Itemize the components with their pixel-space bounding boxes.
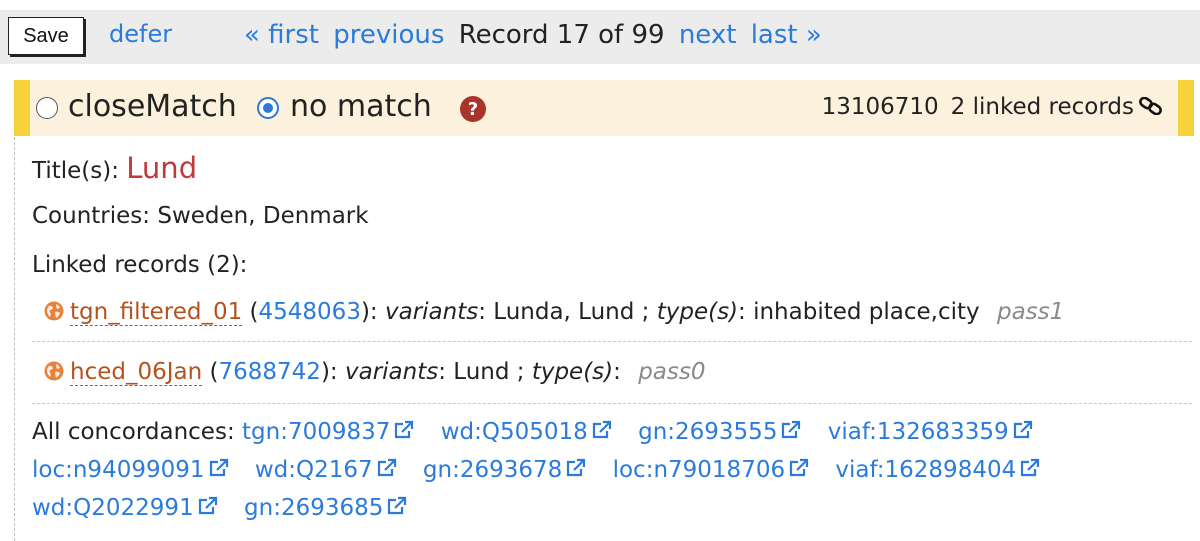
concordance-link[interactable]: loc:n94099091 xyxy=(32,457,230,483)
types-label: type(s) xyxy=(656,299,739,325)
types-value: inhabited place,city xyxy=(753,299,980,325)
variants-label: variants xyxy=(344,359,439,385)
pass-label: pass0 xyxy=(638,359,706,385)
external-link-icon xyxy=(395,420,414,439)
pagination: « first previous Record 17 of 99 next la… xyxy=(244,20,828,50)
concordance-link[interactable]: gn:2693555 xyxy=(638,419,802,445)
previous-link[interactable]: previous xyxy=(333,20,444,50)
external-link-icon xyxy=(1021,458,1040,477)
question-circle-icon[interactable]: ? xyxy=(460,96,486,122)
record-id-link[interactable]: 4548063 xyxy=(259,299,361,325)
external-link-icon xyxy=(567,458,586,477)
record-id-link[interactable]: 7688742 xyxy=(219,359,321,385)
concordances-line-2: loc:n94099091 wd:Q2167 gn:2693678 loc:n7… xyxy=(32,457,1059,483)
concordance-link[interactable]: viaf:132683359 xyxy=(828,419,1034,445)
countries-label: Countries: xyxy=(32,203,151,229)
external-link-icon xyxy=(209,458,228,477)
variants-value: Lund ; xyxy=(453,359,525,385)
concordance-link[interactable]: loc:n79018706 xyxy=(613,457,811,483)
linked-record-row: hced_06Jan (7688742): variants: Lund ; t… xyxy=(32,349,1192,404)
divider xyxy=(32,341,1192,342)
title-value: Lund xyxy=(126,151,198,185)
linked-record-row: tgn_filtered_01 (4548063): variants: Lun… xyxy=(32,289,1192,342)
concordances-line-1: All concordances: tgn:7009837 wd:Q505018… xyxy=(32,419,1052,445)
title-row: Title(s): Lund xyxy=(32,151,197,185)
external-link-icon xyxy=(1013,420,1032,439)
divider xyxy=(32,403,1192,404)
external-link-icon xyxy=(789,458,809,477)
globe-icon xyxy=(44,361,64,381)
linked-records-count: 2 linked records xyxy=(950,94,1134,120)
dataset-link[interactable]: hced_06Jan xyxy=(70,359,203,386)
toolbar: Save defer « first previous Record 17 of… xyxy=(0,10,1200,64)
dataset-link[interactable]: tgn_filtered_01 xyxy=(70,299,243,326)
nomatch-radio[interactable] xyxy=(257,97,279,119)
linked-records-label: Linked records (2): xyxy=(32,252,248,278)
countries-row: Countries: Sweden, Denmark xyxy=(32,203,369,229)
concordance-link[interactable]: wd:Q2022991 xyxy=(32,495,219,521)
pass-label: pass1 xyxy=(996,299,1065,325)
record-details: Title(s): Lund Countries: Sweden, Denmar… xyxy=(14,137,1193,541)
first-link[interactable]: « first xyxy=(244,20,319,50)
concordance-link[interactable]: gn:2693678 xyxy=(423,457,587,483)
globe-icon xyxy=(44,301,64,321)
types-label: type(s) xyxy=(531,359,614,385)
concordance-link[interactable]: wd:Q2167 xyxy=(255,457,398,483)
closematch-radio[interactable] xyxy=(36,97,58,119)
concordance-link[interactable]: wd:Q505018 xyxy=(441,419,613,445)
external-link-icon xyxy=(782,420,801,439)
external-link-icon xyxy=(592,420,611,439)
concordances-line-3: wd:Q2022991 gn:2693685 xyxy=(32,495,426,521)
last-link[interactable]: last » xyxy=(751,20,822,50)
concordance-link[interactable]: viaf:162898404 xyxy=(835,457,1041,483)
title-label: Title(s): xyxy=(32,158,119,184)
concordance-link[interactable]: tgn:7009837 xyxy=(242,419,415,445)
match-bar: closeMatch no match ? 13106710 2 linked r… xyxy=(14,80,1194,136)
countries-value: Sweden, Denmark xyxy=(157,203,369,229)
chain-link-icon[interactable] xyxy=(1138,97,1164,115)
external-link-icon xyxy=(388,496,407,515)
nomatch-label[interactable]: no match xyxy=(290,89,432,124)
variants-label: variants xyxy=(385,299,479,325)
next-link[interactable]: next xyxy=(679,20,737,50)
variants-value: Lunda, Lund ; xyxy=(493,299,650,325)
closematch-label[interactable]: closeMatch xyxy=(68,89,237,124)
save-button[interactable]: Save xyxy=(8,17,84,55)
concordances-label: All concordances: xyxy=(32,419,235,445)
defer-link[interactable]: defer xyxy=(109,20,172,48)
record-id: 13106710 xyxy=(821,94,939,120)
external-link-icon xyxy=(377,458,396,477)
record-position: Record 17 of 99 xyxy=(458,20,665,50)
record-info: 13106710 2 linked records xyxy=(822,94,1164,120)
external-link-icon xyxy=(198,496,217,515)
concordance-link[interactable]: gn:2693685 xyxy=(244,495,408,521)
